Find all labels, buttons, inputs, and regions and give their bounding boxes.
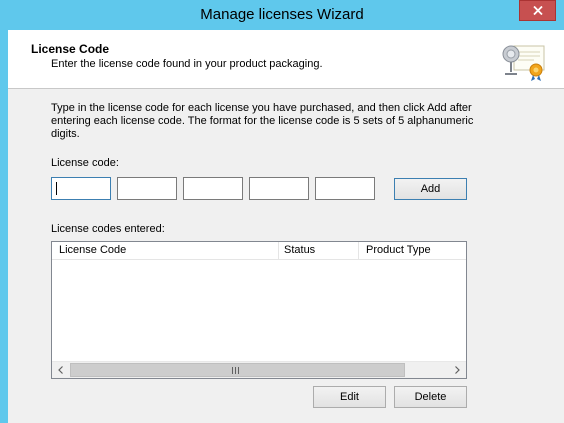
license-code-label: License code: xyxy=(51,157,119,169)
wizard-body: License Code Enter the license code foun… xyxy=(8,30,564,423)
scroll-grip-icon xyxy=(232,367,241,374)
column-header-license-code[interactable]: License Code xyxy=(52,242,279,260)
scroll-right-button[interactable] xyxy=(449,362,466,378)
list-header: License Code Status Product Type xyxy=(52,242,466,260)
code-field-1[interactable] xyxy=(51,177,111,200)
text-caret xyxy=(56,182,57,195)
delete-button[interactable]: Delete xyxy=(394,386,467,408)
instructions-text: Type in the license code for each licens… xyxy=(51,102,474,140)
window-edge xyxy=(560,0,564,30)
column-header-product-type[interactable]: Product Type xyxy=(359,242,466,260)
code-field-5[interactable] xyxy=(315,177,375,200)
close-button[interactable] xyxy=(519,0,556,21)
horizontal-scrollbar[interactable] xyxy=(52,361,466,378)
license-list[interactable]: License Code Status Product Type xyxy=(51,241,467,379)
window-title: Manage licenses Wizard xyxy=(200,6,364,23)
wizard-header: License Code Enter the license code foun… xyxy=(8,30,564,89)
scroll-left-icon xyxy=(58,366,63,374)
code-field-2[interactable] xyxy=(117,177,177,200)
code-field-4[interactable] xyxy=(249,177,309,200)
edit-button[interactable]: Edit xyxy=(313,386,386,408)
certificate-icon xyxy=(502,45,545,81)
add-button[interactable]: Add xyxy=(394,178,467,200)
close-icon xyxy=(532,6,543,15)
page-subtitle: Enter the license code found in your pro… xyxy=(51,58,323,70)
title-bar[interactable]: Manage licenses Wizard xyxy=(0,0,564,30)
scroll-left-button[interactable] xyxy=(52,362,69,378)
license-codes-entered-label: License codes entered: xyxy=(51,223,165,235)
scroll-right-icon xyxy=(455,366,460,374)
column-header-status[interactable]: Status xyxy=(279,242,359,260)
page-title: License Code xyxy=(31,42,110,56)
scroll-thumb[interactable] xyxy=(70,363,405,377)
code-field-3[interactable] xyxy=(183,177,243,200)
